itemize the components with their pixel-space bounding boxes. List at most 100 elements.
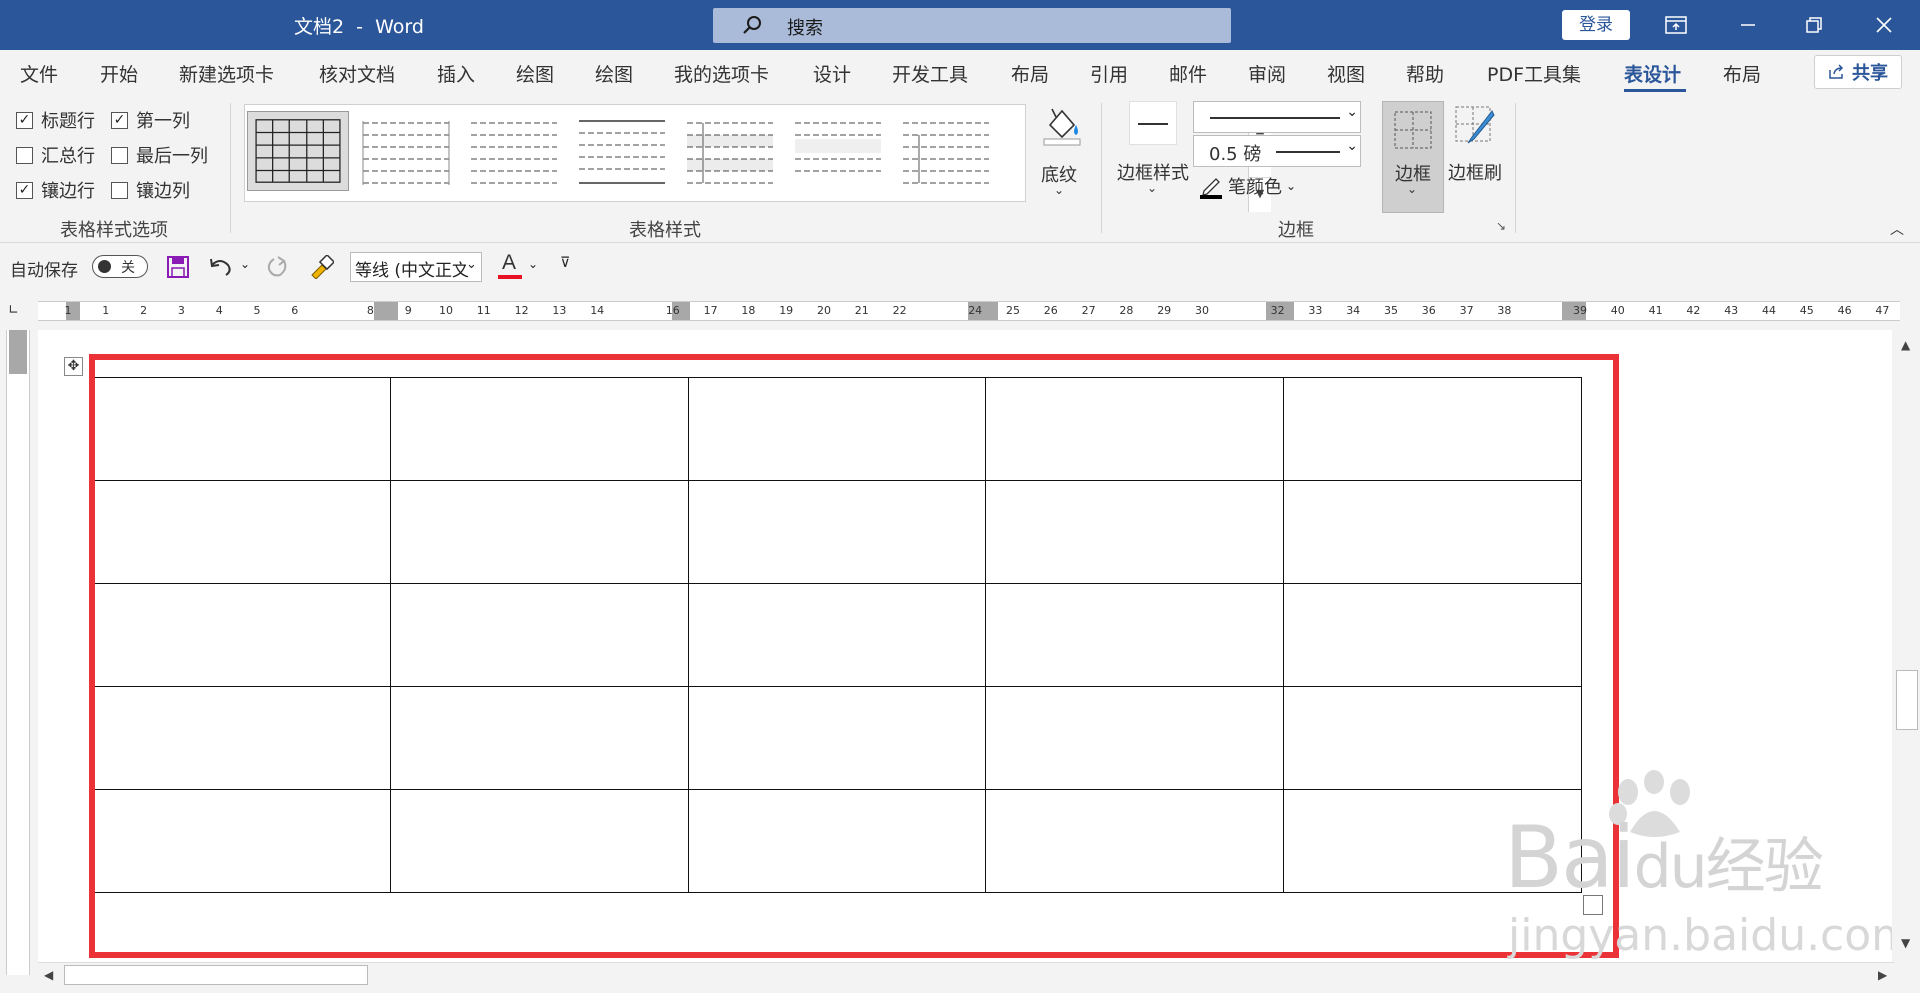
document-page[interactable]: ✥ Baidu经验 jingyan.baidu.com <box>38 330 1892 962</box>
tab-selector-icon[interactable]: ∟ <box>8 303 26 321</box>
login-button[interactable]: 登录 <box>1562 10 1630 40</box>
borders-button[interactable]: 边框 ⌄ <box>1382 101 1444 213</box>
redo-icon[interactable] <box>264 255 290 279</box>
shading-button[interactable]: 底纹 ⌄ <box>1036 101 1084 211</box>
table-style-plain-3[interactable] <box>571 111 673 191</box>
font-color-button[interactable]: A <box>498 251 522 281</box>
font-name-dropdown[interactable]: 等线 (中文正文 <box>350 252 482 282</box>
tab-table-layout[interactable]: 布局 <box>1723 60 1761 87</box>
border-painter-button[interactable]: 边框刷 <box>1448 101 1504 211</box>
pen-color-dropdown-icon: ⌄ <box>1286 179 1297 193</box>
toggle-knob <box>98 260 111 273</box>
minimize-button[interactable] <box>1716 0 1780 50</box>
scroll-up-icon[interactable]: ▲ <box>1901 338 1910 352</box>
group-separator-3 <box>1515 103 1516 233</box>
ruler-number: 32 <box>1270 304 1285 317</box>
ruler-number: 34 <box>1346 304 1361 317</box>
banded-rows-checkbox[interactable]: ✓ 镶边行 <box>16 177 95 203</box>
borders-dialog-launcher-icon[interactable]: ↘ <box>1496 219 1506 233</box>
ruler-number: 17 <box>703 304 718 317</box>
ruler-number: 1 <box>64 304 72 317</box>
horizontal-scrollbar[interactable]: ◀ ▶ <box>38 962 1894 988</box>
format-painter-icon[interactable] <box>308 255 334 279</box>
tab-design[interactable]: 设计 <box>813 60 851 87</box>
line-weight-value: 0.5 磅 <box>1209 144 1262 165</box>
first-column-checkbox[interactable]: ✓ 第一列 <box>111 107 190 133</box>
ruler-number: 2 <box>140 304 148 317</box>
share-icon <box>1829 64 1844 79</box>
ruler-number: 41 <box>1648 304 1663 317</box>
vertical-ruler-margin <box>9 330 27 374</box>
tab-check-document[interactable]: 核对文档 <box>319 60 395 87</box>
tab-layout[interactable]: 布局 <box>1011 60 1049 87</box>
font-color-icon: A <box>502 251 517 274</box>
table-style-options-group-label: 表格样式选项 <box>60 220 168 241</box>
restore-icon <box>1806 17 1822 33</box>
table-style-plain-5[interactable] <box>787 111 889 191</box>
tab-file[interactable]: 文件 <box>20 60 58 87</box>
undo-icon[interactable] <box>208 255 234 279</box>
undo-dropdown-icon[interactable]: ⌄ <box>240 257 250 271</box>
borders-icon <box>1394 111 1432 149</box>
scroll-right-icon[interactable]: ▶ <box>1878 968 1887 982</box>
vertical-ruler[interactable] <box>6 330 30 975</box>
table-move-handle-icon[interactable]: ✥ <box>64 357 83 376</box>
font-color-dropdown-icon[interactable]: ⌄ <box>528 257 538 271</box>
ruler-track[interactable]: 1 1 2 3 4 5 6 8 9 10 11 12 13 14 16 17 18 19 20 21 22 24 25 26 2… <box>38 301 1900 321</box>
tab-mailings[interactable]: 邮件 <box>1169 60 1207 87</box>
tab-home[interactable]: 开始 <box>100 60 138 87</box>
tab-developer[interactable]: 开发工具 <box>892 60 968 87</box>
ribbon-tabs: 文件 开始 新建选项卡 核对文档 插入 绘图 绘图 我的选项卡 设计 开发工具 … <box>0 50 1920 95</box>
table-style-grid-selected[interactable] <box>247 111 349 191</box>
collapse-ribbon-icon[interactable]: ︿ <box>1890 219 1904 239</box>
close-button[interactable] <box>1852 0 1916 50</box>
save-icon[interactable] <box>166 255 190 279</box>
ruler-number: 37 <box>1459 304 1474 317</box>
tab-review[interactable]: 审阅 <box>1248 60 1286 87</box>
share-label: 共享 <box>1852 63 1888 84</box>
tab-insert[interactable]: 插入 <box>437 60 475 87</box>
last-column-checkbox[interactable]: 最后一列 <box>111 142 208 168</box>
horizontal-scroll-thumb[interactable] <box>64 965 368 985</box>
total-row-checkbox[interactable]: 汇总行 <box>16 142 95 168</box>
search-box[interactable]: 搜索 <box>713 8 1231 43</box>
ruler-number: 21 <box>854 304 869 317</box>
ruler-number: 25 <box>1006 304 1020 317</box>
tab-my-tab[interactable]: 我的选项卡 <box>674 60 769 87</box>
ruler-number: 46 <box>1837 304 1852 317</box>
tab-pdf-tools[interactable]: PDF工具集 <box>1487 60 1581 87</box>
watermark-cn: 经验 <box>1705 832 1824 902</box>
border-styles-button[interactable]: 边框样式 ⌄ <box>1117 101 1189 211</box>
tab-references[interactable]: 引用 <box>1090 60 1128 87</box>
table-style-plain-4[interactable] <box>679 111 781 191</box>
scroll-down-icon[interactable]: ▼ <box>1901 936 1910 950</box>
shading-dropdown-icon: ⌄ <box>1054 183 1065 197</box>
ribbon: ✓ 标题行 ✓ 第一列 汇总行 最后一列 ✓ 镶边行 镶边列 表格样式选项 ▼ … <box>0 95 1920 243</box>
line-style-dropdown[interactable]: ⌄ <box>1193 101 1361 133</box>
tab-help[interactable]: 帮助 <box>1406 60 1444 87</box>
scroll-left-icon[interactable]: ◀ <box>44 968 53 982</box>
ruler-column-marker[interactable] <box>374 302 398 320</box>
table-style-plain-1[interactable] <box>355 111 457 191</box>
header-row-checkbox[interactable]: ✓ 标题行 <box>16 107 95 133</box>
banded-columns-checkbox[interactable]: 镶边列 <box>111 177 190 203</box>
tab-new-tab[interactable]: 新建选项卡 <box>179 60 274 87</box>
customize-toolbar-icon[interactable]: ⊽ <box>560 255 570 271</box>
share-button[interactable]: 共享 <box>1814 55 1902 89</box>
tab-view[interactable]: 视图 <box>1327 60 1365 87</box>
autosave-toggle[interactable]: 关 <box>92 255 148 278</box>
pen-color-button[interactable]: 笔颜色 ⌄ <box>1198 173 1296 199</box>
font-dropdown-chevron-icon[interactable]: ⌄ <box>466 257 477 272</box>
table-style-plain-6[interactable] <box>895 111 997 191</box>
tab-table-design[interactable]: 表设计 <box>1624 60 1681 87</box>
tab-draw[interactable]: 绘图 <box>516 60 554 87</box>
vertical-scroll-thumb[interactable] <box>1896 670 1918 730</box>
ruler-number: 11 <box>476 304 491 317</box>
table-style-plain-2[interactable] <box>463 111 565 191</box>
tab-draw-2[interactable]: 绘图 <box>595 60 633 87</box>
restore-button[interactable] <box>1782 0 1846 50</box>
vertical-scrollbar[interactable]: ▲ ▼ <box>1894 330 1920 962</box>
header-row-label: 标题行 <box>41 111 95 132</box>
line-weight-dropdown[interactable]: 0.5 磅 ⌄ <box>1193 135 1361 167</box>
ribbon-display-options-button[interactable] <box>1644 0 1708 50</box>
